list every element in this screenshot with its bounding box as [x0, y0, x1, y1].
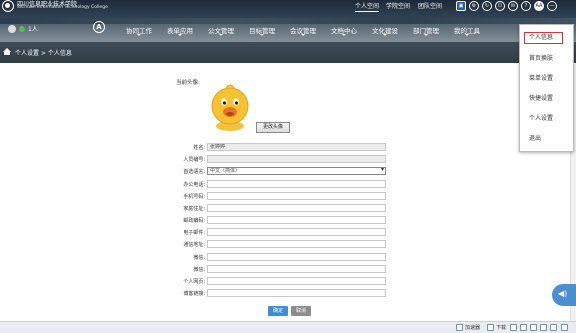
- speaker-icon[interactable]: [552, 284, 576, 306]
- field-label-home-address: 家庭住址:: [183, 206, 205, 212]
- nav-culture[interactable]: 文化建设: [372, 25, 398, 36]
- field-label-office-phone: 办公电话:: [183, 182, 205, 188]
- home-icon[interactable]: [3, 48, 11, 55]
- change-avatar-button[interactable]: 更改头像: [256, 122, 290, 133]
- field-label-staff-id: 人员编号:: [183, 157, 205, 163]
- school-name-en: SiChuan Information Technology College: [17, 5, 108, 10]
- duck-pupil-right: [234, 101, 239, 105]
- nav-document-center[interactable]: 文档中心: [331, 25, 357, 36]
- topnav-team-space[interactable]: 团队空间: [418, 1, 442, 10]
- screenshot-icon[interactable]: [510, 324, 517, 331]
- field-label-mailing-address: 通信地址:: [183, 242, 205, 248]
- nav-documents-admin[interactable]: 公文管理: [208, 25, 234, 36]
- window-icon[interactable]: [540, 324, 547, 331]
- breadcrumb: 个人设置 > 个人信息: [15, 50, 72, 57]
- menu-item-menu-settings[interactable]: 菜单设置: [529, 73, 553, 82]
- postcode-field[interactable]: [207, 216, 386, 224]
- menu-item-shortcut-settings[interactable]: 快捷设置: [529, 93, 553, 102]
- sound-icon[interactable]: [520, 324, 527, 331]
- ok-button[interactable]: 确定: [268, 306, 288, 316]
- help-icon[interactable]: ?: [521, 1, 531, 11]
- online-count: 1人: [28, 26, 38, 33]
- nav-meeting-management[interactable]: 会议管理: [290, 25, 316, 36]
- mobile-field[interactable]: [207, 192, 386, 200]
- duck-pupil-left: [222, 101, 227, 105]
- topnav-personal-space[interactable]: 个人空间: [355, 1, 380, 12]
- settings-popup-menu: 个人信息 首页换肤 菜单设置 快捷设置 个人设置 退出: [519, 24, 574, 152]
- field-label-mobile: 手机号码:: [183, 194, 205, 200]
- menu-item-logout[interactable]: 退出: [529, 133, 541, 142]
- menu-icon[interactable]: [561, 324, 568, 331]
- banner-lake: [0, 24, 576, 42]
- nav-department[interactable]: 部门管理: [413, 25, 439, 36]
- user-icon[interactable]: ▣: [456, 1, 466, 11]
- field-label-language: 首选语言:: [183, 169, 205, 175]
- top-icon-bar: ▣ ⚙ ↻ ⏻ ✉ ? AA —: [456, 1, 557, 11]
- blog-field[interactable]: [207, 289, 386, 297]
- home-address-field[interactable]: [207, 204, 386, 212]
- accelerator-label[interactable]: 加速器: [465, 324, 480, 331]
- minimize-icon[interactable]: —: [547, 1, 557, 11]
- field-label-postcode: 邮政编码:: [183, 218, 205, 224]
- field-label-wechat-2: 微信:: [193, 267, 205, 273]
- mailing-address-field[interactable]: [207, 240, 386, 248]
- nav-a-icon[interactable]: A: [93, 21, 105, 33]
- header-banner: 四川信息职业技术学院 SiChuan Information Technolog…: [0, 0, 576, 42]
- field-label-wechat: 微信:: [193, 255, 205, 261]
- gear-icon[interactable]: ⚙: [469, 1, 479, 11]
- menu-item-personal-info[interactable]: 个人信息: [524, 32, 563, 44]
- email-field[interactable]: [207, 228, 386, 236]
- field-label-homepage: 个人网页:: [183, 279, 205, 285]
- field-label-email: 电子邮件:: [183, 230, 205, 236]
- download-icon[interactable]: [487, 324, 494, 331]
- duck-mouth: [226, 112, 234, 116]
- avatar-image: [211, 84, 249, 131]
- nav-my-tools[interactable]: 我的工具: [454, 25, 480, 36]
- online-users[interactable]: 1人: [8, 24, 38, 33]
- homepage-field[interactable]: [207, 277, 386, 285]
- menu-item-skin[interactable]: 首页换肤: [529, 53, 553, 62]
- nav-goal-management[interactable]: 目标管理: [249, 25, 275, 36]
- nav-form-apps[interactable]: 表单应用: [167, 25, 193, 36]
- breadcrumb-bar: 个人设置 > 个人信息: [0, 42, 576, 63]
- cancel-button[interactable]: 取消: [291, 306, 311, 316]
- staff-id-field: [207, 155, 386, 163]
- nav-collaboration[interactable]: 协同工作: [126, 25, 152, 36]
- font-size-icon[interactable]: AA: [534, 1, 544, 11]
- school-logo-icon: [2, 0, 14, 12]
- zoom-icon[interactable]: [530, 324, 537, 331]
- field-label-blog: 博客链接:: [183, 291, 205, 297]
- tools-icon[interactable]: [550, 324, 557, 331]
- browser-statusbar: 加速器 下载: [0, 321, 576, 333]
- field-label-name: 姓名:: [193, 145, 205, 151]
- wechat-field[interactable]: [207, 253, 386, 261]
- duck-tuft: [225, 84, 235, 89]
- power-icon[interactable]: ⏻: [495, 1, 505, 11]
- online-avatar-icon: [8, 24, 16, 33]
- language-select[interactable]: 中文（简体）: [207, 167, 386, 175]
- refresh-icon[interactable]: ↻: [482, 1, 492, 11]
- message-icon[interactable]: ✉: [508, 1, 518, 11]
- topnav-college-space[interactable]: 学院空间: [386, 1, 410, 10]
- wechat-field-2[interactable]: [207, 265, 386, 273]
- name-field: 张婷婷: [207, 143, 386, 151]
- avatar-label: 当前头像:: [176, 80, 200, 86]
- office-phone-field[interactable]: [207, 180, 386, 188]
- accelerator-icon[interactable]: [456, 324, 463, 331]
- duck-head: [211, 87, 249, 125]
- online-status-icon: [19, 25, 25, 32]
- menu-item-personal-settings[interactable]: 个人设置: [529, 113, 553, 122]
- download-label[interactable]: 下载: [496, 324, 506, 331]
